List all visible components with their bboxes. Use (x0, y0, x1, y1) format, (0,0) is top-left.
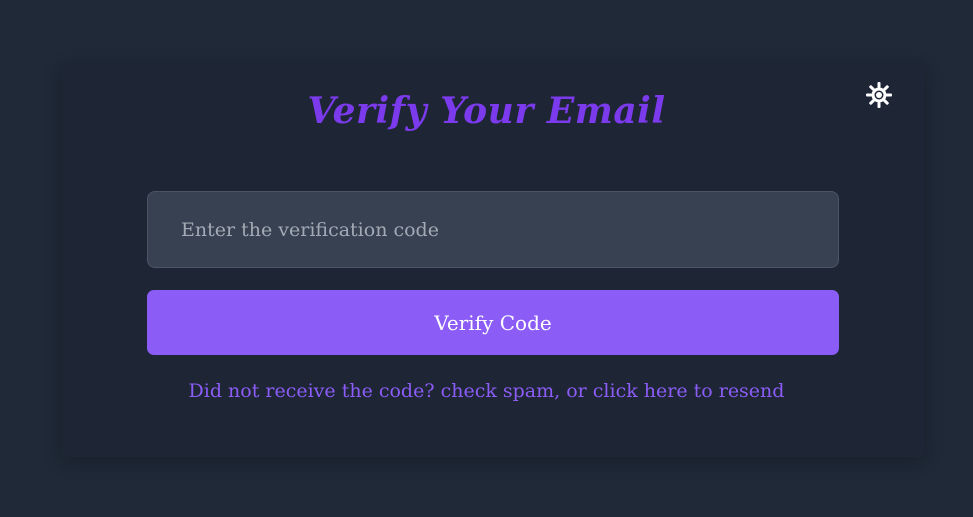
page-title: Verify Your Email (307, 90, 666, 132)
verify-code-button[interactable]: Verify Code (147, 290, 839, 355)
page: Verify Your Email Verify Code Did not re… (0, 0, 973, 517)
verification-code-input[interactable] (147, 191, 839, 268)
resend-code-link[interactable]: Did not receive the code? check spam, or… (0, 380, 973, 402)
